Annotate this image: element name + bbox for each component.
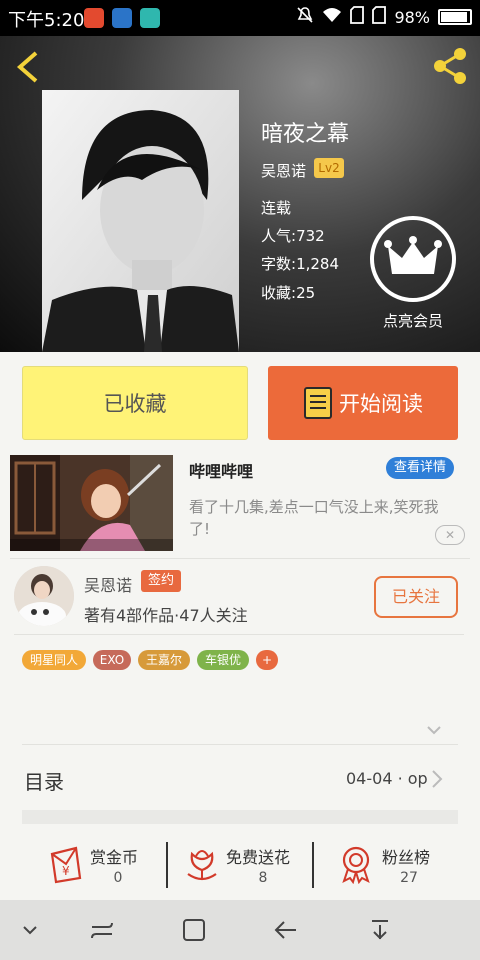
expand-button[interactable] [426, 722, 442, 738]
tag-wang-jiaer[interactable]: 王嘉尔 [138, 650, 190, 670]
start-reading-button[interactable]: 开始阅读 [268, 366, 458, 440]
back-icon [274, 921, 296, 939]
battery-icon [438, 9, 472, 25]
divider [14, 634, 464, 635]
book-cover[interactable] [42, 90, 239, 352]
book-favorites: 收藏:25 [261, 282, 315, 303]
svg-text:¥: ¥ [62, 864, 70, 878]
book-author-link[interactable]: 吴恩诺 [261, 160, 306, 181]
fan-ranking-value: 27 [400, 870, 418, 886]
book-title: 暗夜之幕 [261, 122, 350, 147]
author-level-badge: Lv2 [314, 158, 344, 178]
favorited-label: 已收藏 [103, 392, 167, 416]
chevron-down-icon [427, 726, 441, 735]
ad-close-button[interactable]: ✕ [435, 525, 465, 545]
chevron-right-icon [432, 770, 443, 788]
popularity-label: 人气: [261, 227, 297, 245]
reward-coins-value: 0 [113, 870, 123, 886]
ad-image[interactable] [10, 455, 173, 551]
weibo-app-icon [84, 8, 104, 28]
cover-portrait-image [42, 90, 239, 352]
vip-label[interactable]: 点亮会员 [366, 310, 460, 331]
sim1-icon [350, 6, 365, 28]
ad-anime-image [10, 455, 173, 551]
stat-separator [312, 842, 314, 888]
recents-button[interactable] [88, 918, 116, 942]
status-right: 98% [296, 6, 472, 28]
share-button[interactable] [430, 46, 470, 86]
book-icon [304, 387, 332, 419]
ad-title[interactable]: 哔哩哔哩 [189, 458, 253, 482]
tag-cha-eunwoo[interactable]: 车银优 [197, 650, 249, 670]
recents-icon [91, 922, 113, 939]
book-popularity: 人气:732 [261, 225, 325, 246]
tag-more-button[interactable]: + [256, 650, 278, 670]
reward-coins-label[interactable]: 赏金币 [90, 844, 138, 868]
coin-envelope-icon[interactable]: ¥ [46, 844, 86, 884]
system-nav-bar [0, 900, 480, 960]
toc-latest-chapter[interactable]: 04-04 · op [346, 769, 428, 788]
toc-arrow-button[interactable] [430, 768, 444, 790]
share-icon [434, 48, 466, 84]
popularity-value: 732 [296, 227, 325, 245]
free-flower-label[interactable]: 免费送花 [226, 844, 290, 868]
words-label: 字数: [261, 255, 297, 273]
book-status: 连载 [261, 199, 292, 217]
crown-icon [384, 236, 442, 274]
mute-icon [296, 6, 314, 28]
pull-down-icon [372, 920, 388, 940]
tag-exo[interactable]: EXO [93, 650, 131, 670]
follow-button[interactable]: 已关注 [374, 576, 458, 618]
fan-ranking-label[interactable]: 粉丝榜 [382, 844, 430, 868]
hide-nav-button[interactable] [16, 918, 44, 942]
tag-celebrity-fanfic[interactable]: 明星同人 [22, 650, 86, 670]
favorites-label: 收藏: [261, 284, 297, 302]
start-reading-label: 开始阅读 [339, 392, 423, 416]
flower-icon[interactable] [182, 844, 222, 884]
ad-description[interactable]: 看了十几集,差点一口气没上来,笑死我了! [189, 496, 459, 540]
back-arrow-icon [16, 51, 38, 83]
sim2-icon [372, 6, 387, 28]
status-bar: 下午5:20 98% [0, 0, 480, 36]
favorited-button[interactable]: 已收藏 [22, 366, 248, 440]
free-flower-value: 8 [258, 870, 268, 886]
author-avatar[interactable] [14, 566, 74, 626]
author-works-summary: 著有4部作品·47人关注 [84, 606, 248, 625]
vip-button[interactable] [370, 216, 456, 302]
home-icon [183, 919, 205, 941]
medal-icon[interactable] [336, 844, 376, 885]
status-time: 下午5:20 [8, 10, 85, 31]
home-button[interactable] [180, 918, 208, 942]
back-button[interactable] [14, 50, 44, 84]
section-separator [22, 810, 458, 824]
ad-detail-button[interactable]: 查看详情 [386, 457, 454, 479]
divider [10, 558, 470, 559]
avatar-image [14, 566, 74, 626]
book-word-count: 字数:1,284 [261, 253, 339, 274]
words-value: 1,284 [296, 255, 340, 273]
wifi-icon [322, 7, 342, 27]
back-nav-button[interactable] [272, 918, 300, 942]
close-icon: ✕ [444, 528, 456, 542]
favorites-value: 25 [296, 284, 316, 302]
chevron-down-icon [23, 926, 37, 935]
scan-app-icon [140, 8, 160, 28]
stat-separator [166, 842, 168, 888]
author-card-name[interactable]: 吴恩诺 [84, 572, 132, 596]
ai-app-icon [112, 8, 132, 28]
notification-pull-button[interactable] [366, 918, 394, 942]
toc-label[interactable]: 目录 [24, 766, 64, 795]
battery-percent: 98% [394, 7, 430, 27]
signed-badge: 签约 [141, 570, 181, 592]
divider [22, 744, 458, 745]
